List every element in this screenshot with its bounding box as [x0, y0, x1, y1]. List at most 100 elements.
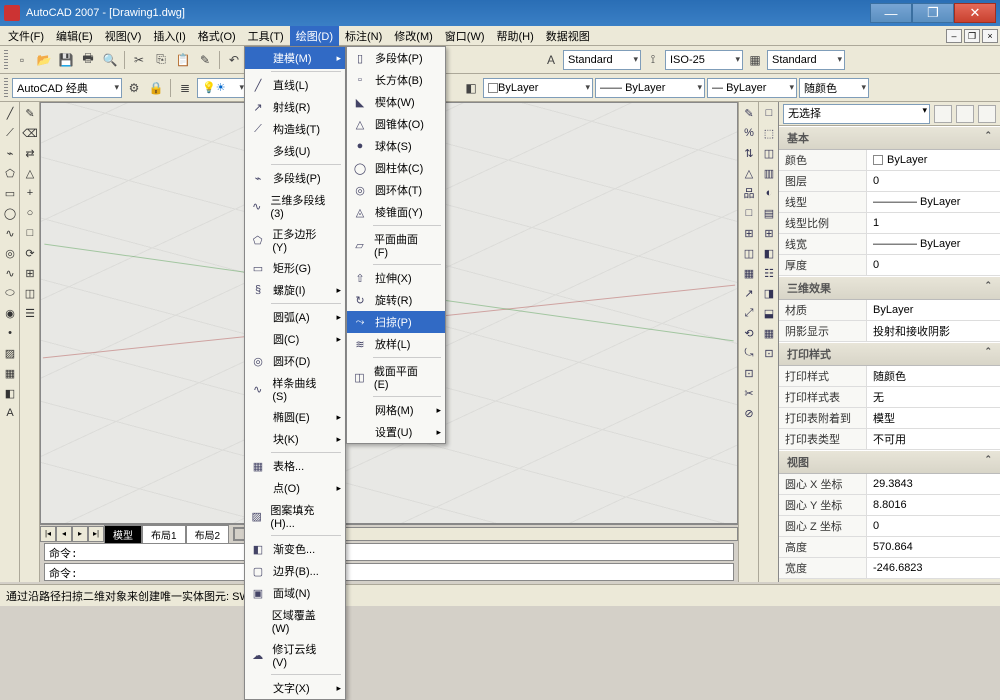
edit-tool-icon[interactable]: %	[740, 124, 758, 142]
mdi-restore-button[interactable]: ❐	[964, 29, 980, 43]
property-value[interactable]: 0	[867, 516, 1000, 536]
select-objects-icon[interactable]	[956, 105, 974, 123]
menu-row[interactable]: ☁修订云线(V)	[245, 638, 345, 672]
draw-tool-icon[interactable]: ▦	[1, 364, 19, 382]
toolbar-grip[interactable]	[4, 50, 8, 70]
modify-tool-icon[interactable]: ⊞	[21, 264, 39, 282]
menu-row[interactable]: ∿三维多段线(3)	[245, 189, 345, 223]
edit-tool-icon[interactable]: 品	[740, 184, 758, 202]
view-tool-icon[interactable]: ▥	[760, 164, 778, 182]
property-row[interactable]: 线宽———— ByLayer	[779, 234, 1000, 255]
menu-item[interactable]: 帮助(H)	[491, 26, 540, 46]
plot-color-combo[interactable]: 随颜色	[799, 78, 869, 98]
draw-tool-icon[interactable]: ∿	[1, 264, 19, 282]
menu-row[interactable]: 多线(U)	[245, 140, 345, 162]
draw-tool-icon[interactable]: ⬭	[1, 284, 19, 302]
textstyle-icon[interactable]: A	[541, 50, 561, 70]
layer-states-combo[interactable]: 💡☀	[197, 78, 247, 98]
text-style-combo[interactable]: Standard	[563, 50, 641, 70]
toolbar-grip[interactable]	[4, 78, 8, 98]
save-icon[interactable]: 💾	[56, 50, 76, 70]
draw-tool-icon[interactable]: ⬠	[1, 164, 19, 182]
edit-tool-icon[interactable]: △	[740, 164, 758, 182]
modeling-submenu[interactable]: ▯多段体(P)▫长方体(B)◣楔体(W)△圆锥体(O)●球体(S)◯圆柱体(C)…	[346, 46, 446, 444]
menu-row[interactable]: ╱直线(L)	[245, 74, 345, 96]
tab-model[interactable]: 模型	[104, 525, 142, 543]
menu-row[interactable]: ▢边界(B)...	[245, 560, 345, 582]
menu-row[interactable]: ▣面域(N)	[245, 582, 345, 604]
menu-item[interactable]: 文件(F)	[2, 26, 50, 46]
close-button[interactable]: ✕	[954, 3, 996, 23]
menu-row[interactable]: 块(K)▸	[245, 428, 345, 450]
tab-layout2[interactable]: 布局2	[186, 525, 230, 543]
property-group-header[interactable]: 视图	[779, 450, 1000, 474]
view-tool-icon[interactable]: ⬚	[760, 124, 778, 142]
draw-tool-icon[interactable]: •	[1, 324, 19, 342]
modify-tool-icon[interactable]: △	[21, 164, 39, 182]
menu-item[interactable]: 修改(M)	[388, 26, 439, 46]
modify-tool-icon[interactable]: ◫	[21, 284, 39, 302]
view-tool-icon[interactable]: ◨	[760, 284, 778, 302]
menu-item[interactable]: 格式(O)	[192, 26, 242, 46]
menu-row[interactable]: ◫截面平面(E)	[347, 360, 445, 394]
modify-tool-icon[interactable]: ○	[21, 204, 39, 222]
modify-tool-icon[interactable]: ⟳	[21, 244, 39, 262]
edit-tool-icon[interactable]: ▦	[740, 264, 758, 282]
property-value[interactable]: ———— ByLayer	[867, 192, 1000, 212]
draw-tool-icon[interactable]: ◯	[1, 204, 19, 222]
workspace-combo[interactable]: AutoCAD 经典	[12, 78, 122, 98]
paste-icon[interactable]: 📋	[173, 50, 193, 70]
tab-last-button[interactable]: ▸|	[88, 526, 104, 542]
modify-tool-icon[interactable]: ⌫	[21, 124, 39, 142]
view-tool-icon[interactable]: ☷	[760, 264, 778, 282]
undo-icon[interactable]: ↶	[224, 50, 244, 70]
property-row[interactable]: 打印样式表无	[779, 387, 1000, 408]
property-value[interactable]: ———— ByLayer	[867, 234, 1000, 254]
linetype-combo[interactable]: —— ByLayer	[595, 78, 705, 98]
layer-props-icon[interactable]: ≣	[175, 78, 195, 98]
property-value[interactable]: 8.8016	[867, 495, 1000, 515]
draw-tool-icon[interactable]: ◉	[1, 304, 19, 322]
property-row[interactable]: 线型———— ByLayer	[779, 192, 1000, 213]
property-value[interactable]: 1	[867, 213, 1000, 233]
color-icon[interactable]: ◧	[461, 78, 481, 98]
edit-tool-icon[interactable]: ⊡	[740, 364, 758, 382]
property-row[interactable]: 宽度-246.6823	[779, 558, 1000, 579]
edit-tool-icon[interactable]: ↗	[740, 284, 758, 302]
view-tool-icon[interactable]: ▤	[760, 204, 778, 222]
view-tool-icon[interactable]: ▦	[760, 324, 778, 342]
edit-tool-icon[interactable]: □	[740, 204, 758, 222]
property-value[interactable]: 无	[867, 387, 1000, 407]
property-row[interactable]: 颜色ByLayer	[779, 150, 1000, 171]
property-value[interactable]: 模型	[867, 408, 1000, 428]
property-row[interactable]: 圆心 Y 坐标8.8016	[779, 495, 1000, 516]
menu-row[interactable]: ⟋构造线(T)	[245, 118, 345, 140]
menu-row[interactable]: ●球体(S)	[347, 135, 445, 157]
menu-item[interactable]: 数据视图	[540, 26, 596, 46]
menu-row[interactable]: ↗射线(R)	[245, 96, 345, 118]
menu-row[interactable]: ∿样条曲线(S)	[245, 372, 345, 406]
property-row[interactable]: 图层0	[779, 171, 1000, 192]
edit-tool-icon[interactable]: ⊞	[740, 224, 758, 242]
menu-item[interactable]: 工具(T)	[242, 26, 290, 46]
draw-tool-icon[interactable]: ⟋	[1, 124, 19, 142]
modify-tool-icon[interactable]: □	[21, 224, 39, 242]
edit-tool-icon[interactable]: ⊘	[740, 404, 758, 422]
property-group-header[interactable]: 基本	[779, 126, 1000, 150]
menu-row[interactable]: 区域覆盖(W)	[245, 604, 345, 638]
menu-row[interactable]: ▭矩形(G)	[245, 257, 345, 279]
selection-combo[interactable]: 无选择	[783, 104, 930, 124]
menu-row[interactable]: ◎圆环体(T)	[347, 179, 445, 201]
edit-tool-icon[interactable]: ◫	[740, 244, 758, 262]
menu-row[interactable]: ↻旋转(R)	[347, 289, 445, 311]
modify-tool-icon[interactable]: ⇄	[21, 144, 39, 162]
edit-tool-icon[interactable]: ⟲	[740, 324, 758, 342]
property-value[interactable]: 随颜色	[867, 366, 1000, 386]
property-group-header[interactable]: 打印样式	[779, 342, 1000, 366]
property-value[interactable]: 29.3843	[867, 474, 1000, 494]
edit-tool-icon[interactable]: ⇅	[740, 144, 758, 162]
menu-item[interactable]: 窗口(W)	[439, 26, 491, 46]
menu-row[interactable]: ▦表格...	[245, 455, 345, 477]
new-icon[interactable]: ▫	[12, 50, 32, 70]
property-row[interactable]: 打印表类型不可用	[779, 429, 1000, 450]
